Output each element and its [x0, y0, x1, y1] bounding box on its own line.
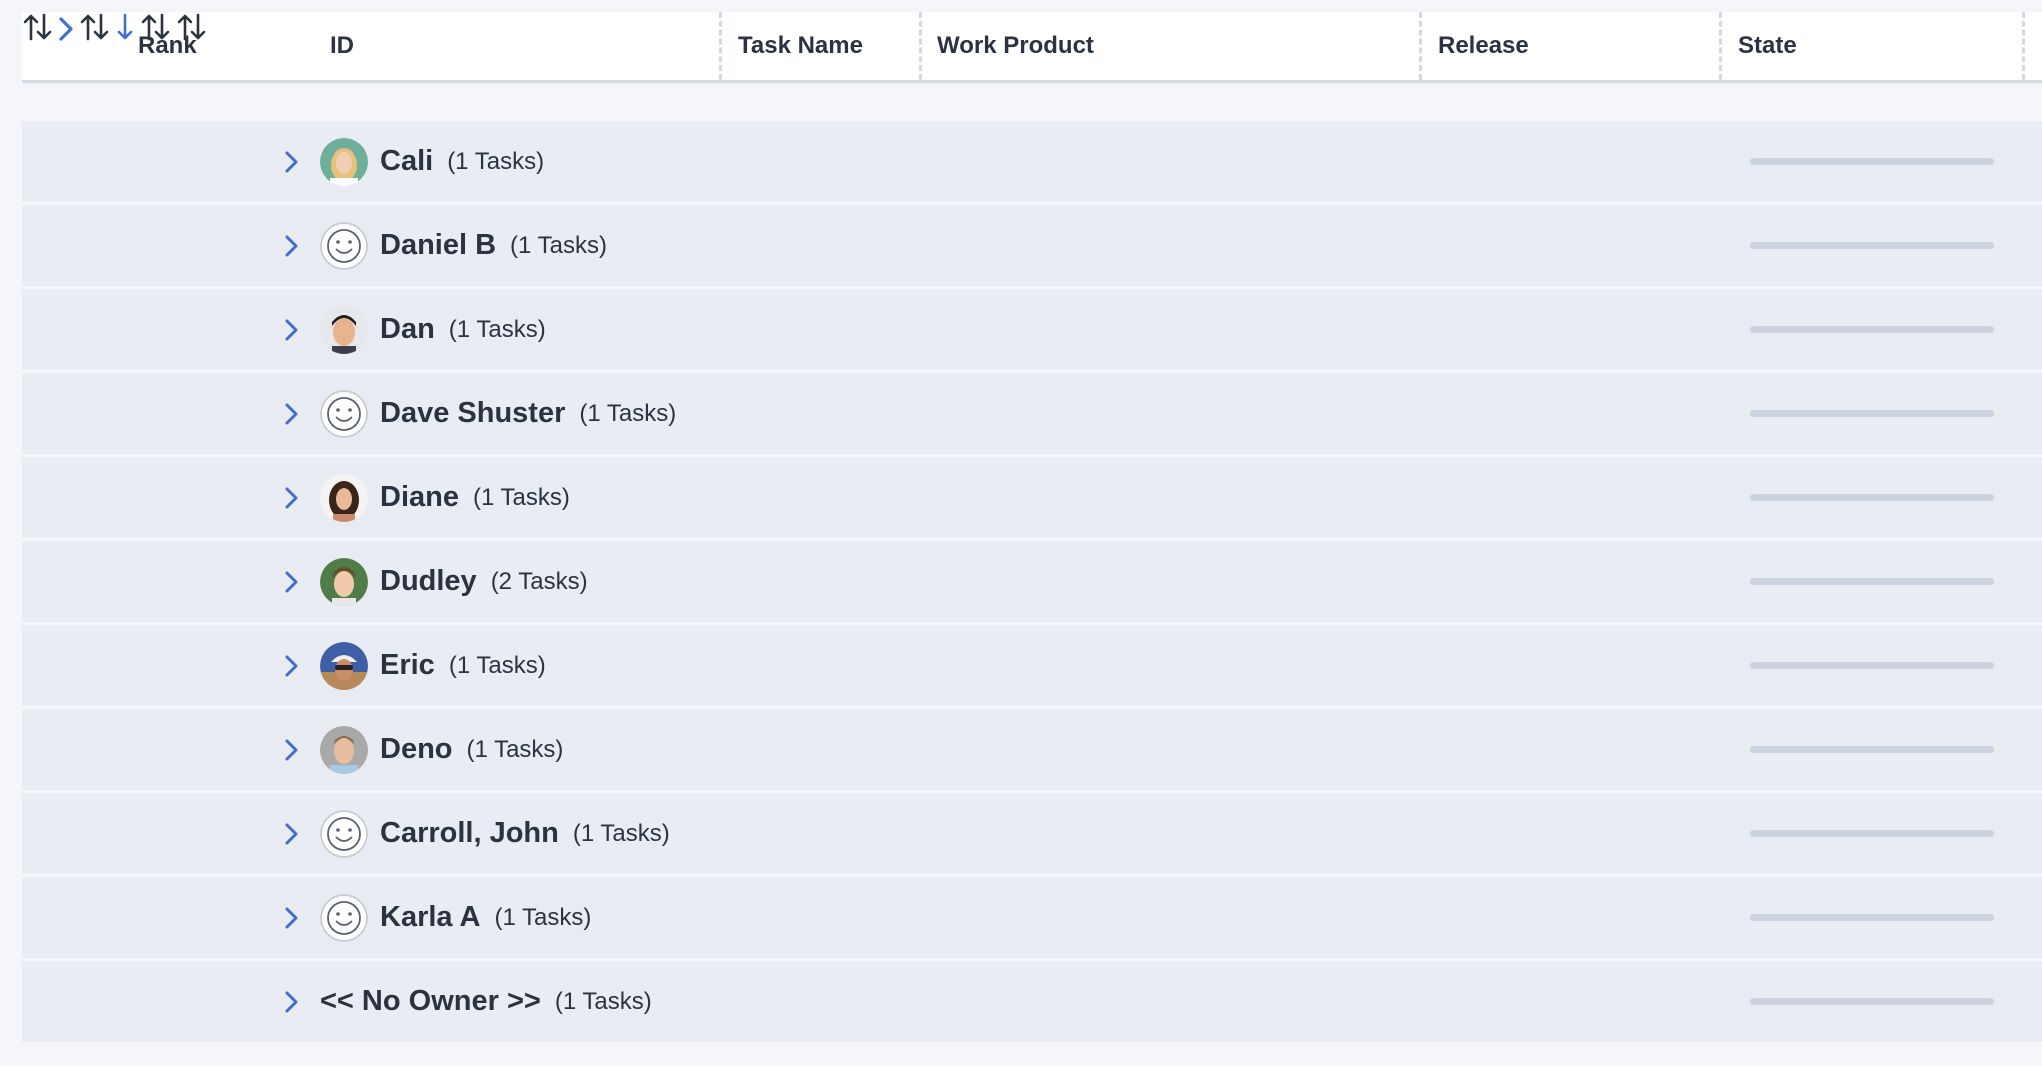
photo-avatar: [320, 306, 368, 354]
owner-group-row[interactable]: Daniel B (1 Tasks): [22, 205, 2042, 289]
owner-name: Eric: [380, 649, 435, 681]
state-progress-bar: [1750, 158, 1994, 165]
task-count: (1 Tasks): [494, 903, 592, 931]
default-smiley-avatar: [320, 222, 368, 270]
sort-both-icon[interactable]: [22, 13, 58, 46]
sort-descending-icon[interactable]: [115, 13, 139, 46]
owner-group-row[interactable]: Dave Shuster (1 Tasks): [22, 373, 2042, 457]
owner-name: Dudley: [380, 565, 477, 597]
column-label-state: State: [1738, 32, 1797, 59]
expand-chevron-icon[interactable]: [282, 820, 302, 848]
column-header-task-name[interactable]: Task Name: [738, 12, 863, 80]
expand-chevron-icon[interactable]: [282, 400, 302, 428]
expand-chevron-icon[interactable]: [282, 904, 302, 932]
photo-avatar: [320, 642, 368, 690]
task-count: (1 Tasks): [447, 147, 545, 175]
expand-chevron-icon[interactable]: [282, 988, 302, 1016]
owner-group-row[interactable]: Karla A (1 Tasks): [22, 877, 2042, 961]
column-label-work-product: Work Product: [937, 32, 1094, 59]
task-count: (1 Tasks): [448, 651, 546, 679]
task-grid: Rank ID Task Name Work Product Release S…: [22, 12, 2042, 1045]
column-header-id[interactable]: ID: [330, 12, 354, 80]
owner-name: Dan: [380, 313, 435, 345]
owner-name: Diane: [380, 481, 459, 513]
column-header-work-product[interactable]: Work Product: [937, 12, 1094, 80]
column-divider[interactable]: [1419, 12, 1422, 80]
owner-group-row[interactable]: Carroll, John (1 Tasks): [22, 793, 2042, 877]
owner-name: Carroll, John: [380, 817, 559, 849]
column-divider[interactable]: [2022, 12, 2025, 80]
expand-chevron-icon[interactable]: [282, 484, 302, 512]
expand-chevron-icon[interactable]: [282, 316, 302, 344]
column-divider[interactable]: [919, 12, 922, 80]
task-count: (1 Tasks): [510, 231, 607, 259]
column-header-rank[interactable]: Rank: [138, 12, 197, 80]
sort-both-icon[interactable]: [79, 13, 115, 46]
task-count: (1 Tasks): [466, 735, 564, 763]
photo-avatar: [320, 474, 368, 522]
task-count: (1 Tasks): [472, 483, 570, 511]
column-header-state[interactable]: State: [1738, 12, 1797, 80]
owner-name: << No Owner >>: [320, 985, 541, 1017]
default-smiley-avatar: [320, 390, 368, 438]
owner-group-row[interactable]: Cali (1 Tasks): [22, 121, 2042, 205]
state-progress-bar: [1750, 746, 1994, 753]
photo-avatar: [320, 138, 368, 186]
task-count: (1 Tasks): [572, 819, 670, 847]
state-progress-bar: [1750, 662, 1994, 669]
owner-name: Dave Shuster: [380, 397, 566, 429]
owner-group-row[interactable]: Eric (1 Tasks): [22, 625, 2042, 709]
column-label-release: Release: [1438, 32, 1529, 59]
task-count: (1 Tasks): [579, 399, 677, 427]
task-count: (1 Tasks): [448, 315, 546, 343]
expand-chevron-icon[interactable]: [282, 568, 302, 596]
state-progress-bar: [1750, 998, 1994, 1005]
state-progress-bar: [1750, 410, 1994, 417]
owner-name: Deno: [380, 733, 453, 765]
column-label-task-name: Task Name: [738, 32, 863, 59]
task-count: (2 Tasks): [490, 567, 588, 595]
column-label-id: ID: [330, 32, 354, 59]
grid-header: Rank ID Task Name Work Product Release S…: [22, 12, 2042, 83]
column-divider[interactable]: [719, 12, 722, 80]
state-progress-bar: [1750, 914, 1994, 921]
state-progress-bar: [1750, 326, 1994, 333]
expand-chevron-icon[interactable]: [282, 652, 302, 680]
owner-name: Daniel B: [380, 229, 497, 261]
owner-group-row[interactable]: Dan (1 Tasks): [22, 289, 2042, 373]
column-divider[interactable]: [1719, 12, 1722, 80]
owner-group-row[interactable]: << No Owner >> (1 Tasks): [22, 961, 2042, 1045]
default-smiley-avatar: [320, 810, 368, 858]
task-count: (1 Tasks): [554, 987, 652, 1015]
owner-group-row[interactable]: Dudley (2 Tasks): [22, 541, 2042, 625]
owner-group-row[interactable]: Deno (1 Tasks): [22, 709, 2042, 793]
column-header-release[interactable]: Release: [1438, 12, 1529, 80]
state-progress-bar: [1750, 830, 1994, 837]
expand-all-chevron-icon[interactable]: [58, 17, 78, 46]
owner-name: Karla A: [380, 901, 481, 933]
state-progress-bar: [1750, 242, 1994, 249]
column-label-rank: Rank: [138, 32, 197, 59]
default-smiley-avatar: [320, 894, 368, 942]
owner-group-row[interactable]: Diane (1 Tasks): [22, 457, 2042, 541]
photo-avatar: [320, 558, 368, 606]
expand-chevron-icon[interactable]: [282, 148, 302, 176]
state-progress-bar: [1750, 494, 1994, 501]
state-progress-bar: [1750, 578, 1994, 585]
owner-name: Cali: [380, 145, 434, 177]
photo-avatar: [320, 726, 368, 774]
expand-chevron-icon[interactable]: [282, 736, 302, 764]
expand-chevron-icon[interactable]: [282, 232, 302, 260]
